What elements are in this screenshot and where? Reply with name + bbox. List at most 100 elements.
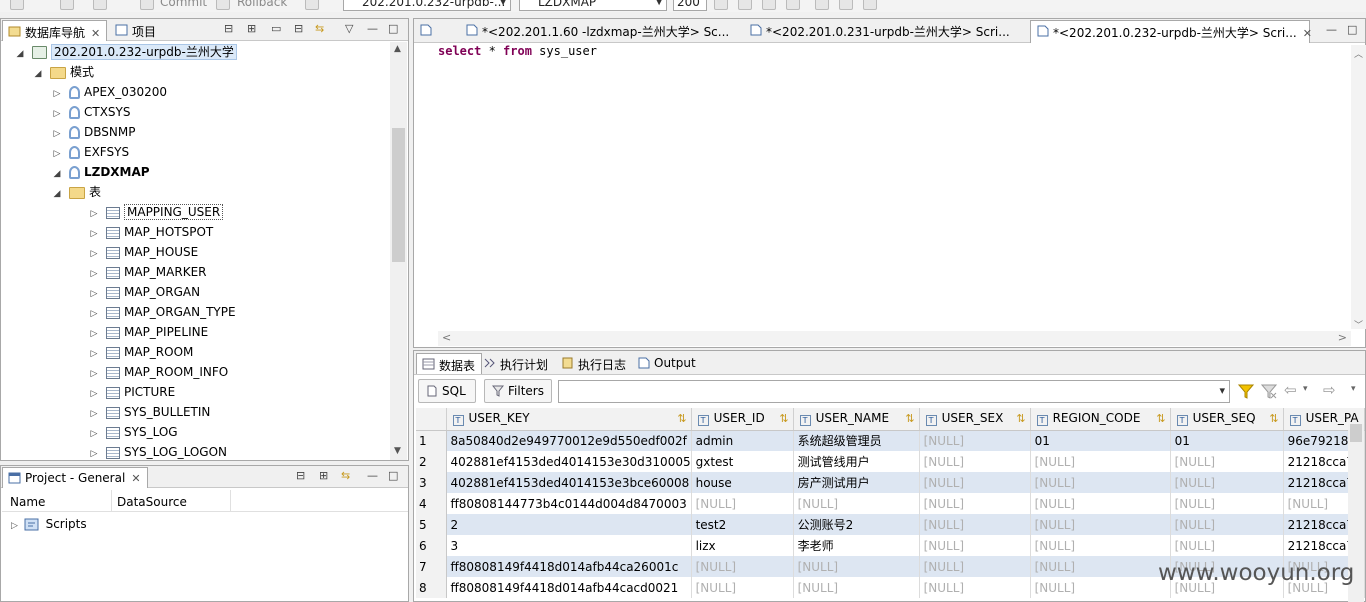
expand-arrow-icon[interactable]: ▷ <box>88 324 100 344</box>
tree-node[interactable]: ▷ SYS_LOG_LOGON <box>88 442 227 462</box>
collapse-arrow-icon[interactable]: ◢ <box>51 164 63 184</box>
column-header[interactable]: T USER_SEX ⇅ <box>919 408 1031 431</box>
table-cell[interactable]: [NULL] <box>919 535 1031 556</box>
schema-selector[interactable]: LZDXMAP ▼ <box>519 0 667 11</box>
table-cell[interactable]: [NULL] <box>1170 514 1284 535</box>
table-row[interactable]: 5 2 test2 公测账号2 [NULL] [NULL] [NULL] 21218cca7… <box>416 514 1365 535</box>
table-cell[interactable]: house <box>691 472 794 493</box>
toolbar-icon[interactable] <box>762 0 776 10</box>
tab-database-navigator[interactable]: 数据库导航 ✕ <box>2 20 108 41</box>
tree-node[interactable]: ▷ MAP_ROOM_INFO <box>88 362 228 382</box>
editor-tab-2[interactable]: *<202.201.1.60 -lzdxmap-兰州大学> Sc... <box>460 20 740 41</box>
collapse-arrow-icon[interactable]: ◢ <box>51 184 63 204</box>
table-cell[interactable]: [NULL] <box>691 556 794 577</box>
table-cell[interactable]: 2 <box>446 514 692 535</box>
max-rows-input[interactable]: 200 <box>673 0 707 11</box>
table-row[interactable]: 2 402881ef4153ded4014153e30d310005 gxtest 测… <box>416 451 1365 472</box>
expand-arrow-icon[interactable]: ▷ <box>11 521 18 531</box>
table-cell[interactable]: 系统超级管理员 <box>793 430 920 451</box>
scroll-left-icon[interactable]: < <box>442 331 451 344</box>
tree-node[interactable]: ▷ SYS_LOG <box>88 422 178 442</box>
table-cell[interactable]: 402881ef4153ded4014153e3bce60008 <box>446 472 692 493</box>
minimize-icon[interactable]: — <box>1326 23 1337 36</box>
link-editor-icon[interactable]: ⇆ <box>341 469 350 482</box>
table-cell[interactable]: [NULL] <box>1170 493 1284 514</box>
sql-editor-text[interactable]: select * from sys_user <box>438 44 597 58</box>
table-cell[interactable]: gxtest <box>691 451 794 472</box>
table-cell[interactable]: [NULL] <box>1030 556 1171 577</box>
toolbar-icon[interactable] <box>305 0 319 10</box>
tree-node[interactable]: ▷ SYS_BULLETIN <box>88 402 210 422</box>
table-cell[interactable]: 01 <box>1170 430 1284 451</box>
collapse-all-icon[interactable]: ⊟ <box>296 469 305 482</box>
expand-arrow-icon[interactable]: ▷ <box>88 224 100 244</box>
expand-arrow-icon[interactable]: ▷ <box>51 144 63 164</box>
expand-arrow-icon[interactable]: ▷ <box>88 424 100 444</box>
close-icon[interactable]: ✕ <box>131 472 140 485</box>
tree-node[interactable]: ▷ MAP_ORGAN <box>88 282 200 302</box>
table-cell[interactable]: [NULL] <box>919 577 1031 598</box>
collapse-icon[interactable]: ⊟ <box>294 22 303 35</box>
scroll-right-icon[interactable]: > <box>1338 331 1347 344</box>
collapse-arrow-icon[interactable]: ◢ <box>32 64 44 84</box>
link-editor-icon[interactable]: ⇆ <box>315 22 324 35</box>
maximize-icon[interactable]: □ <box>388 22 398 35</box>
table-cell[interactable]: 测试管线用户 <box>793 451 920 472</box>
table-row[interactable]: 6 3 lizx 李老师 [NULL] [NULL] [NULL] 21218cca77 <box>416 535 1365 556</box>
column-name[interactable]: Name <box>10 495 45 509</box>
toolbar-icon[interactable] <box>815 0 829 10</box>
expand-arrow-icon[interactable]: ▷ <box>88 384 100 404</box>
expand-arrow-icon[interactable]: ▷ <box>88 204 100 224</box>
chevron-down-icon[interactable]: ▾ <box>1303 384 1308 394</box>
rollback-button[interactable]: Rollback <box>237 0 287 11</box>
table-cell[interactable]: [NULL] <box>919 556 1031 577</box>
filters-button[interactable]: Filters <box>484 379 552 403</box>
close-icon[interactable]: ✕ <box>91 27 100 40</box>
column-datasource[interactable]: DataSource <box>117 495 187 509</box>
table-cell[interactable]: 402881ef4153ded4014153e30d310005 <box>446 451 692 472</box>
sql-button[interactable]: SQL <box>418 379 476 403</box>
maximize-icon[interactable]: □ <box>1347 23 1357 36</box>
column-header[interactable]: T REGION_CODE ⇅ <box>1030 408 1171 431</box>
filter-input[interactable]: ▾ <box>558 380 1230 403</box>
column-header[interactable]: T USER_NAME ⇅ <box>793 408 920 431</box>
scroll-down-icon[interactable]: ▼ <box>394 446 401 456</box>
table-cell[interactable]: [NULL] <box>919 451 1031 472</box>
minimize-icon[interactable]: — <box>367 22 378 35</box>
toolbar-icon[interactable] <box>10 0 24 10</box>
table-row[interactable]: 1 8a50840d2e949770012e9d550edf002f admin 系统… <box>416 430 1365 451</box>
toolbar-icon[interactable] <box>738 0 752 10</box>
results-scroll-thumb[interactable] <box>1350 424 1362 442</box>
maximize-icon[interactable]: □ <box>388 469 398 482</box>
tree-node[interactable]: ▷ MAP_ROOM <box>88 342 193 362</box>
chevron-down-icon[interactable]: ▾ <box>1219 384 1225 397</box>
expand-arrow-icon[interactable]: ▷ <box>88 444 100 464</box>
table-cell[interactable]: [NULL] <box>1030 493 1171 514</box>
table-cell[interactable]: [NULL] <box>793 493 920 514</box>
expand-icon[interactable]: ⊞ <box>319 469 328 482</box>
table-cell[interactable]: [NULL] <box>1030 577 1171 598</box>
toolbar-icon[interactable] <box>714 0 728 10</box>
view-menu-icon[interactable]: ▽ <box>345 22 353 35</box>
new-connection-icon[interactable]: ⊞ <box>247 22 256 35</box>
table-cell[interactable]: 3 <box>446 535 692 556</box>
table-cell[interactable]: [NULL] <box>919 514 1031 535</box>
tab-execution-log[interactable]: 执行日志 <box>556 353 632 374</box>
scroll-up-icon[interactable]: ︿ <box>1354 47 1363 60</box>
column-header[interactable]: T USER_KEY ⇅ <box>446 408 692 431</box>
tree-node[interactable]: ▷ MAP_PIPELINE <box>88 322 208 342</box>
table-cell[interactable]: [NULL] <box>1030 451 1171 472</box>
tree-node[interactable]: ▷ APEX_030200 <box>51 82 167 102</box>
table-cell[interactable]: 房产测试用户 <box>793 472 920 493</box>
toolbar-icon[interactable] <box>839 0 853 10</box>
table-cell[interactable]: 李老师 <box>793 535 920 556</box>
expand-arrow-icon[interactable]: ▷ <box>88 364 100 384</box>
expand-arrow-icon[interactable]: ▷ <box>51 84 63 104</box>
scroll-up-icon[interactable]: ▲ <box>394 44 401 54</box>
back-arrow-icon[interactable]: ⇦ <box>1284 381 1297 399</box>
table-row[interactable]: 4 ff80808144773b4c0144d004d8470003 [NULL][… <box>416 493 1365 514</box>
sort-icon[interactable]: ⇅ <box>1269 412 1278 425</box>
tree-node[interactable]: ▷ MAP_HOTSPOT <box>88 222 213 242</box>
tree-node[interactable]: ◢ 表 <box>51 182 101 202</box>
tab-data-grid[interactable]: 数据表 <box>416 353 483 374</box>
